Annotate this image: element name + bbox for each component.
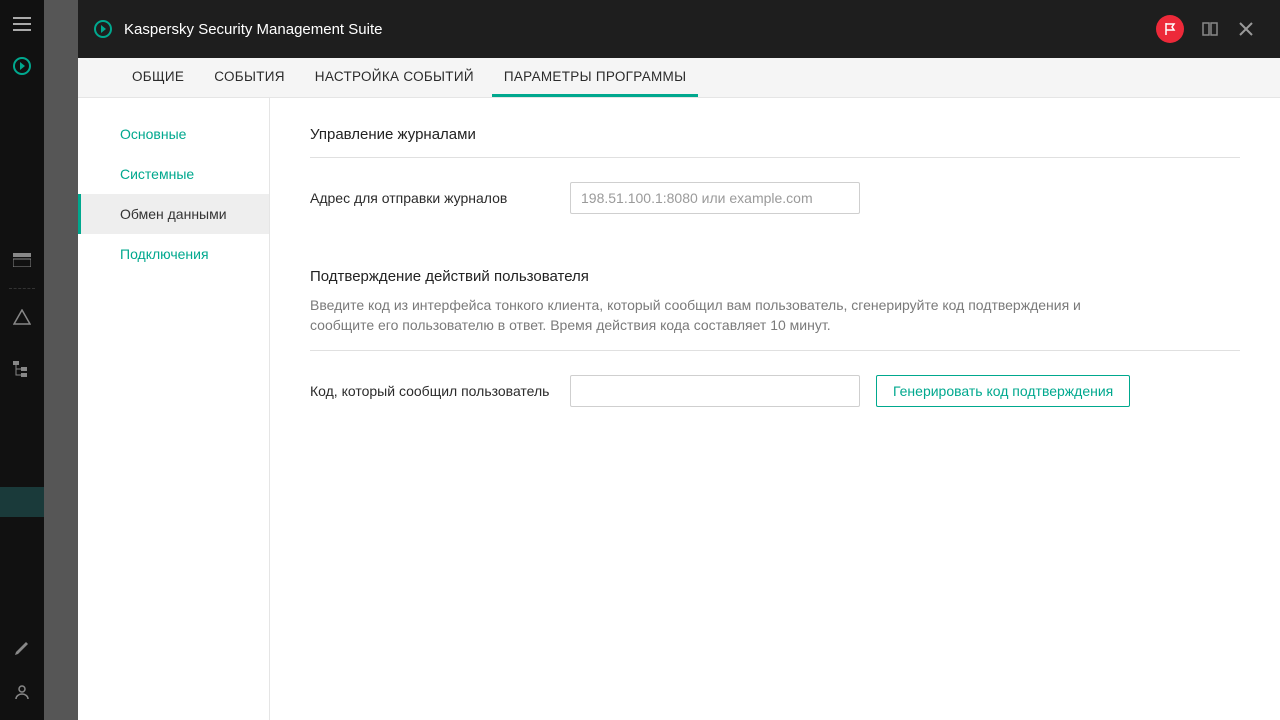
rail-user-icon[interactable]	[0, 670, 44, 714]
section-logs-rule	[310, 157, 1240, 158]
panel-title: Kaspersky Security Management Suite	[124, 21, 382, 38]
tab-app-settings[interactable]: ПАРАМЕТРЫ ПРОГРАММЫ	[492, 58, 699, 97]
content-area: Основные Системные Обмен данными Подключ…	[78, 98, 1280, 720]
flag-button[interactable]	[1156, 15, 1184, 43]
rail-panels-icon[interactable]	[0, 238, 44, 282]
row-user-code: Код, который сообщил пользователь Генери…	[310, 375, 1240, 407]
tab-general[interactable]: ОБЩИЕ	[120, 58, 196, 97]
settings-side-nav: Основные Системные Обмен данными Подключ…	[78, 98, 270, 720]
sidenav-item-connections[interactable]: Подключения	[78, 234, 269, 274]
section-confirm-title: Подтверждение действий пользователя	[310, 268, 1240, 285]
input-log-address[interactable]	[570, 182, 860, 214]
tab-events[interactable]: СОБЫТИЯ	[202, 58, 297, 97]
sidenav-item-data-exchange[interactable]: Обмен данными	[78, 194, 269, 234]
rail-settings-icon[interactable]	[0, 626, 44, 670]
sidenav-item-main[interactable]: Основные	[78, 114, 269, 154]
menu-icon[interactable]	[0, 0, 44, 48]
book-icon[interactable]	[1192, 11, 1228, 47]
tab-event-config[interactable]: НАСТРОЙКА СОБЫТИЙ	[303, 58, 486, 97]
app-rail	[0, 0, 44, 720]
section-confirm-rule	[310, 350, 1240, 351]
rail-alert-icon[interactable]	[0, 295, 44, 339]
tabs-row: ОБЩИЕ СОБЫТИЯ НАСТРОЙКА СОБЫТИЙ ПАРАМЕТР…	[78, 58, 1280, 98]
panel-gutter	[44, 0, 78, 720]
rail-divider	[9, 288, 35, 289]
close-icon[interactable]	[1228, 11, 1264, 47]
section-confirm-help: Введите код из интерфейса тонкого клиент…	[310, 295, 1130, 336]
generate-code-button[interactable]: Генерировать код подтверждения	[876, 375, 1130, 407]
label-log-address: Адрес для отправки журналов	[310, 190, 570, 206]
panel-header: Kaspersky Security Management Suite	[78, 0, 1280, 58]
input-user-code[interactable]	[570, 375, 860, 407]
product-logo-icon	[94, 20, 112, 38]
sidenav-item-system[interactable]: Системные	[78, 154, 269, 194]
rail-circle-icon[interactable]	[0, 44, 44, 88]
rail-tree-icon[interactable]	[0, 347, 44, 391]
main-panel: Kaspersky Security Management Suite ОБЩИ…	[78, 0, 1280, 720]
form-area: Управление журналами Адрес для отправки …	[270, 98, 1280, 720]
label-user-code: Код, который сообщил пользователь	[310, 383, 570, 399]
row-log-address: Адрес для отправки журналов	[310, 182, 1240, 214]
rail-active-item[interactable]	[0, 487, 44, 517]
section-logs-title: Управление журналами	[310, 126, 1240, 143]
